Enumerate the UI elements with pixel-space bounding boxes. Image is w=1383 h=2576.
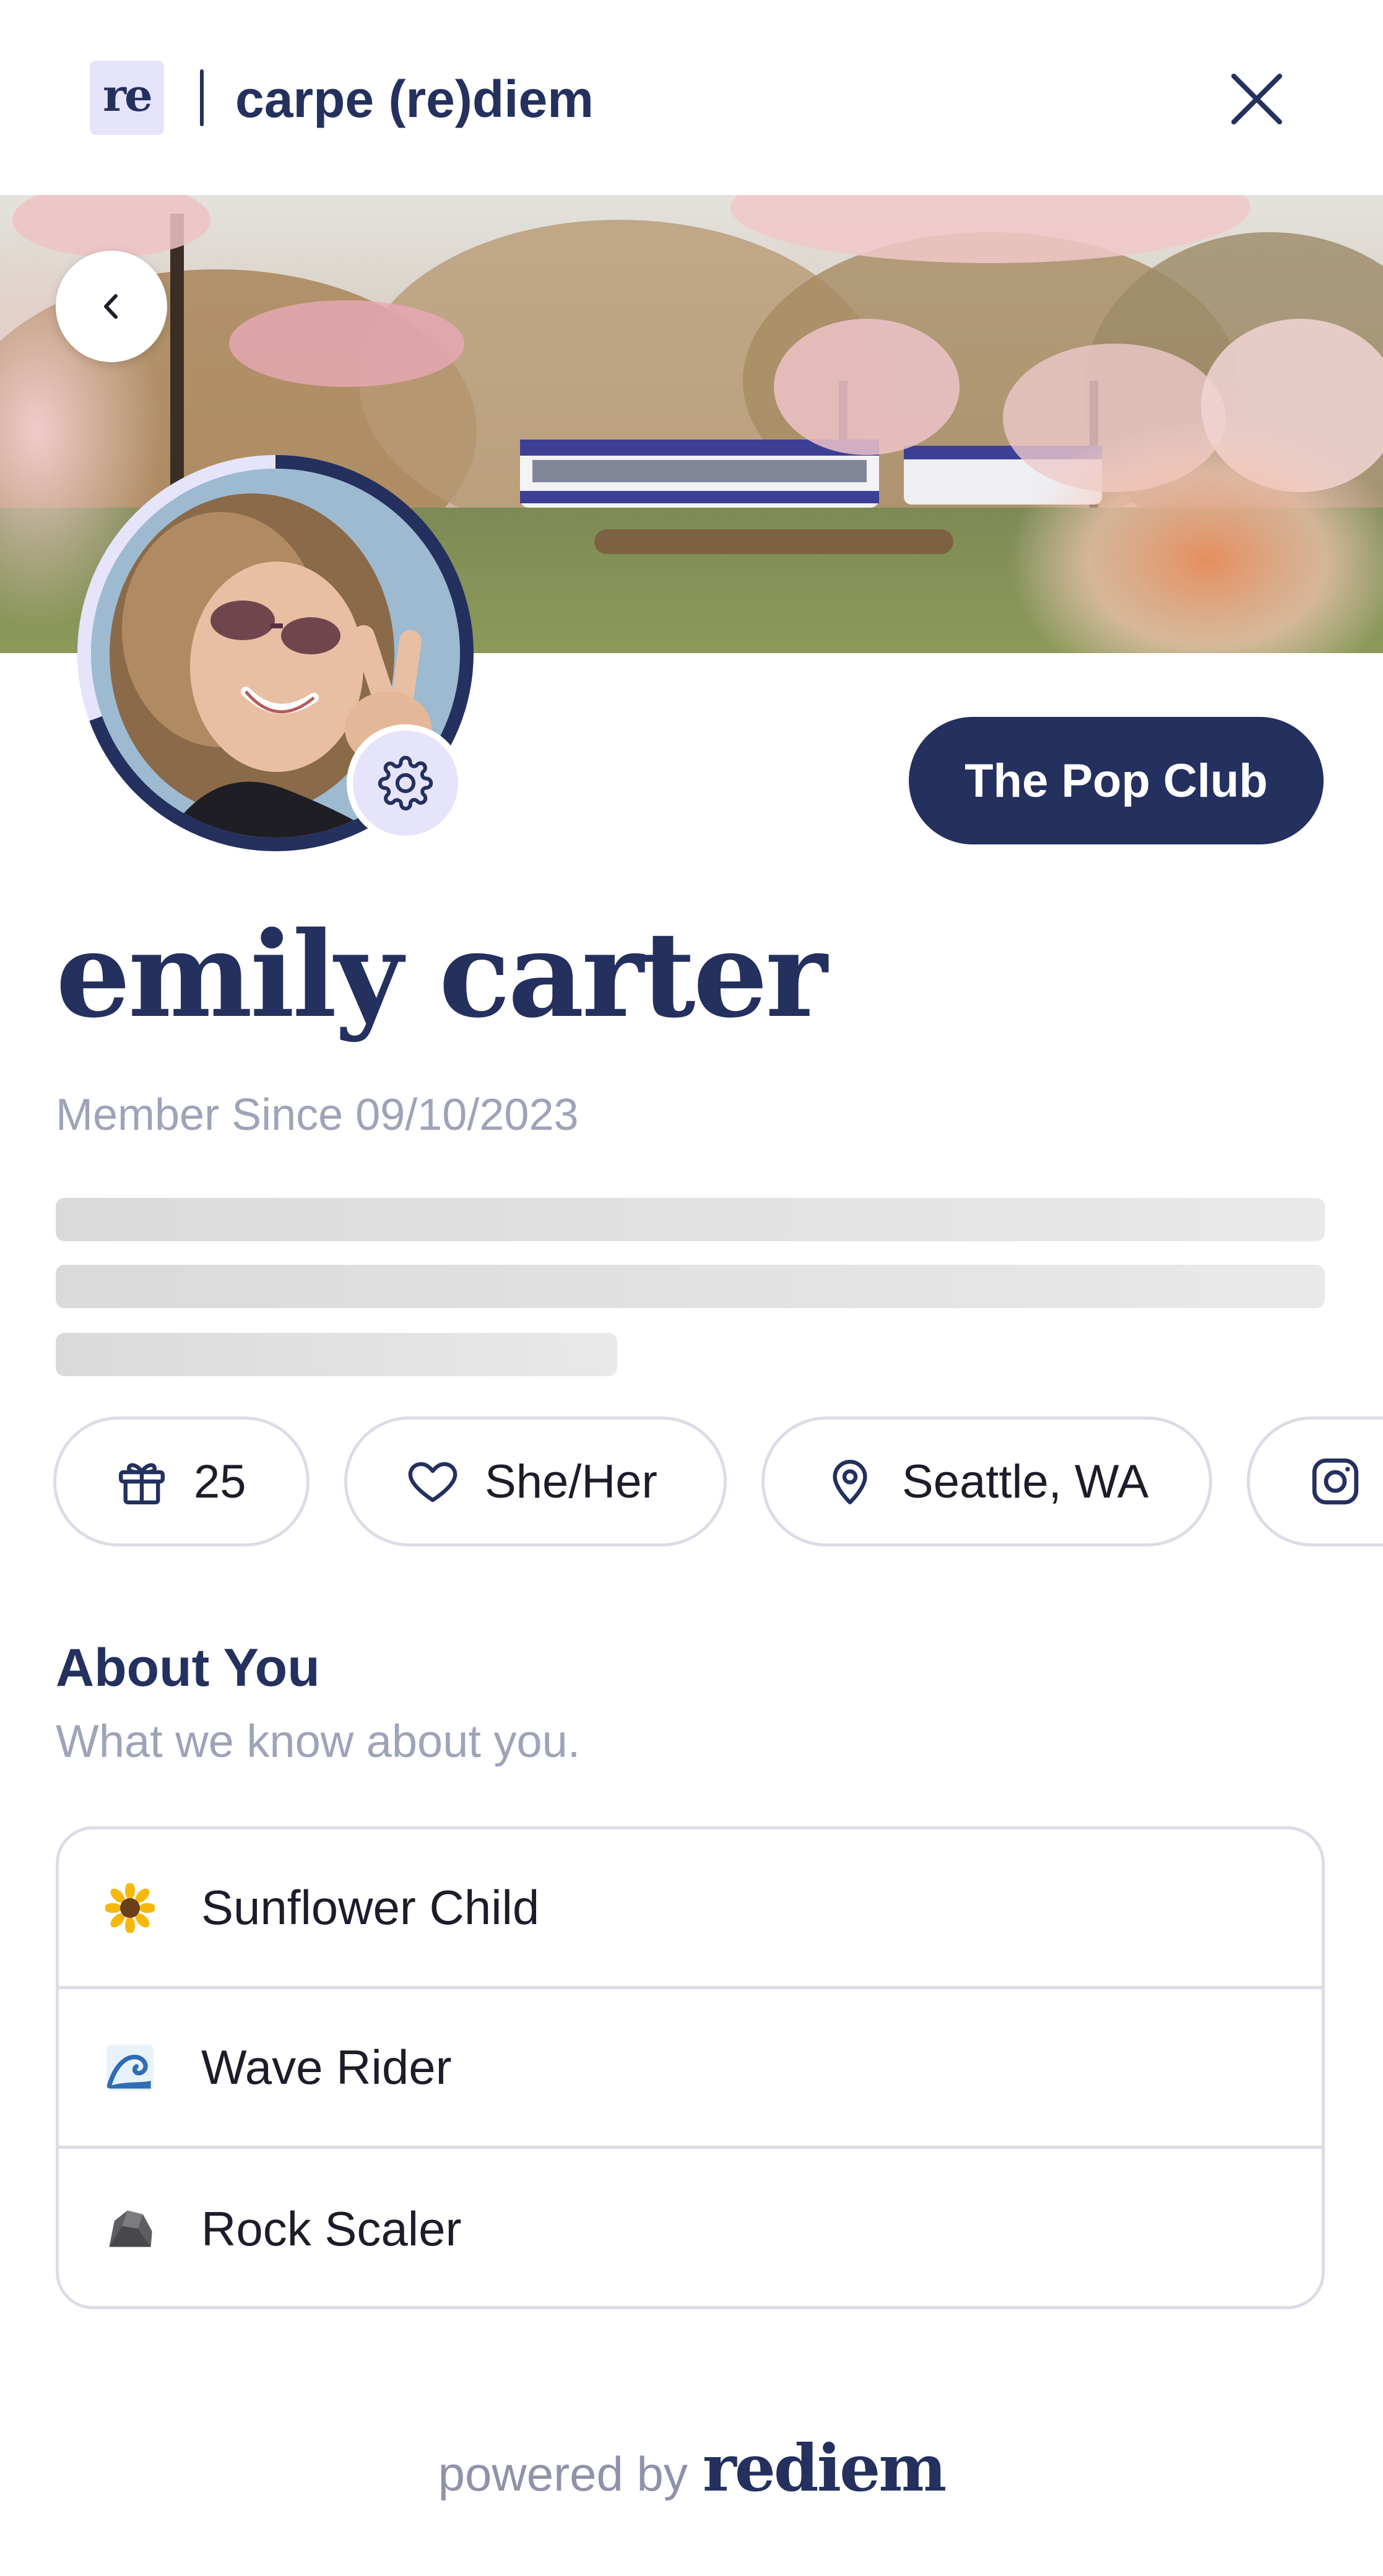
chip-label: 25 xyxy=(194,1455,246,1508)
profile-chips: 25 She/Her Seattle, WA xyxy=(0,1412,1383,1548)
wave-icon xyxy=(102,2040,158,2096)
back-button[interactable] xyxy=(56,251,167,362)
close-button[interactable] xyxy=(1226,68,1288,130)
rock-icon xyxy=(102,2201,158,2257)
sunflower-icon xyxy=(102,1880,158,1936)
logo-icon: re xyxy=(90,61,164,135)
chip-instagram[interactable] xyxy=(1247,1416,1383,1546)
gear-icon xyxy=(378,755,433,811)
avatar-settings-button[interactable] xyxy=(347,724,464,842)
powered-by: powered by rediem xyxy=(0,2430,1383,2506)
chevron-left-icon xyxy=(104,294,118,319)
bio-skeleton-line xyxy=(56,1198,1325,1241)
profile-name: emily carter xyxy=(56,906,827,1044)
list-item[interactable]: Wave Rider xyxy=(59,1989,1322,2149)
chip-label: Seattle, WA xyxy=(902,1455,1149,1508)
profile-page: re carpe (re)diem The Pop Club emily car… xyxy=(0,0,1383,2576)
close-icon xyxy=(1231,74,1282,124)
chip-label: She/Her xyxy=(485,1455,657,1508)
member-since: Member Since 09/10/2023 xyxy=(56,1090,579,1140)
trait-label: Sunflower Child xyxy=(201,1880,540,1935)
about-subtitle: What we know about you. xyxy=(56,1715,581,1767)
brand-title: carpe (re)diem xyxy=(235,70,594,128)
trait-label: Rock Scaler xyxy=(201,2201,462,2256)
bio-skeleton-line xyxy=(56,1333,617,1376)
chip-age[interactable]: 25 xyxy=(53,1416,310,1546)
heart-icon xyxy=(403,1452,462,1511)
powered-by-text: powered by xyxy=(438,2447,688,2501)
location-pin-icon xyxy=(820,1452,880,1511)
club-button[interactable]: The Pop Club xyxy=(909,717,1324,844)
bio-skeleton-line xyxy=(56,1265,1325,1308)
chip-pronouns[interactable]: She/Her xyxy=(344,1416,727,1546)
about-title: About You xyxy=(56,1638,320,1698)
gift-icon xyxy=(112,1452,171,1511)
logo-divider xyxy=(200,69,204,126)
chip-location[interactable]: Seattle, WA xyxy=(761,1416,1212,1546)
trait-label: Wave Rider xyxy=(201,2040,452,2094)
list-item[interactable]: Rock Scaler xyxy=(59,2149,1322,2306)
top-header: re carpe (re)diem xyxy=(0,0,1383,195)
powered-by-brand[interactable]: rediem xyxy=(703,2430,947,2506)
list-item[interactable]: Sunflower Child xyxy=(59,1829,1322,1989)
instagram-icon xyxy=(1306,1452,1365,1511)
traits-list: Sunflower Child Wave Rider Rock Scaler xyxy=(56,1826,1325,2309)
